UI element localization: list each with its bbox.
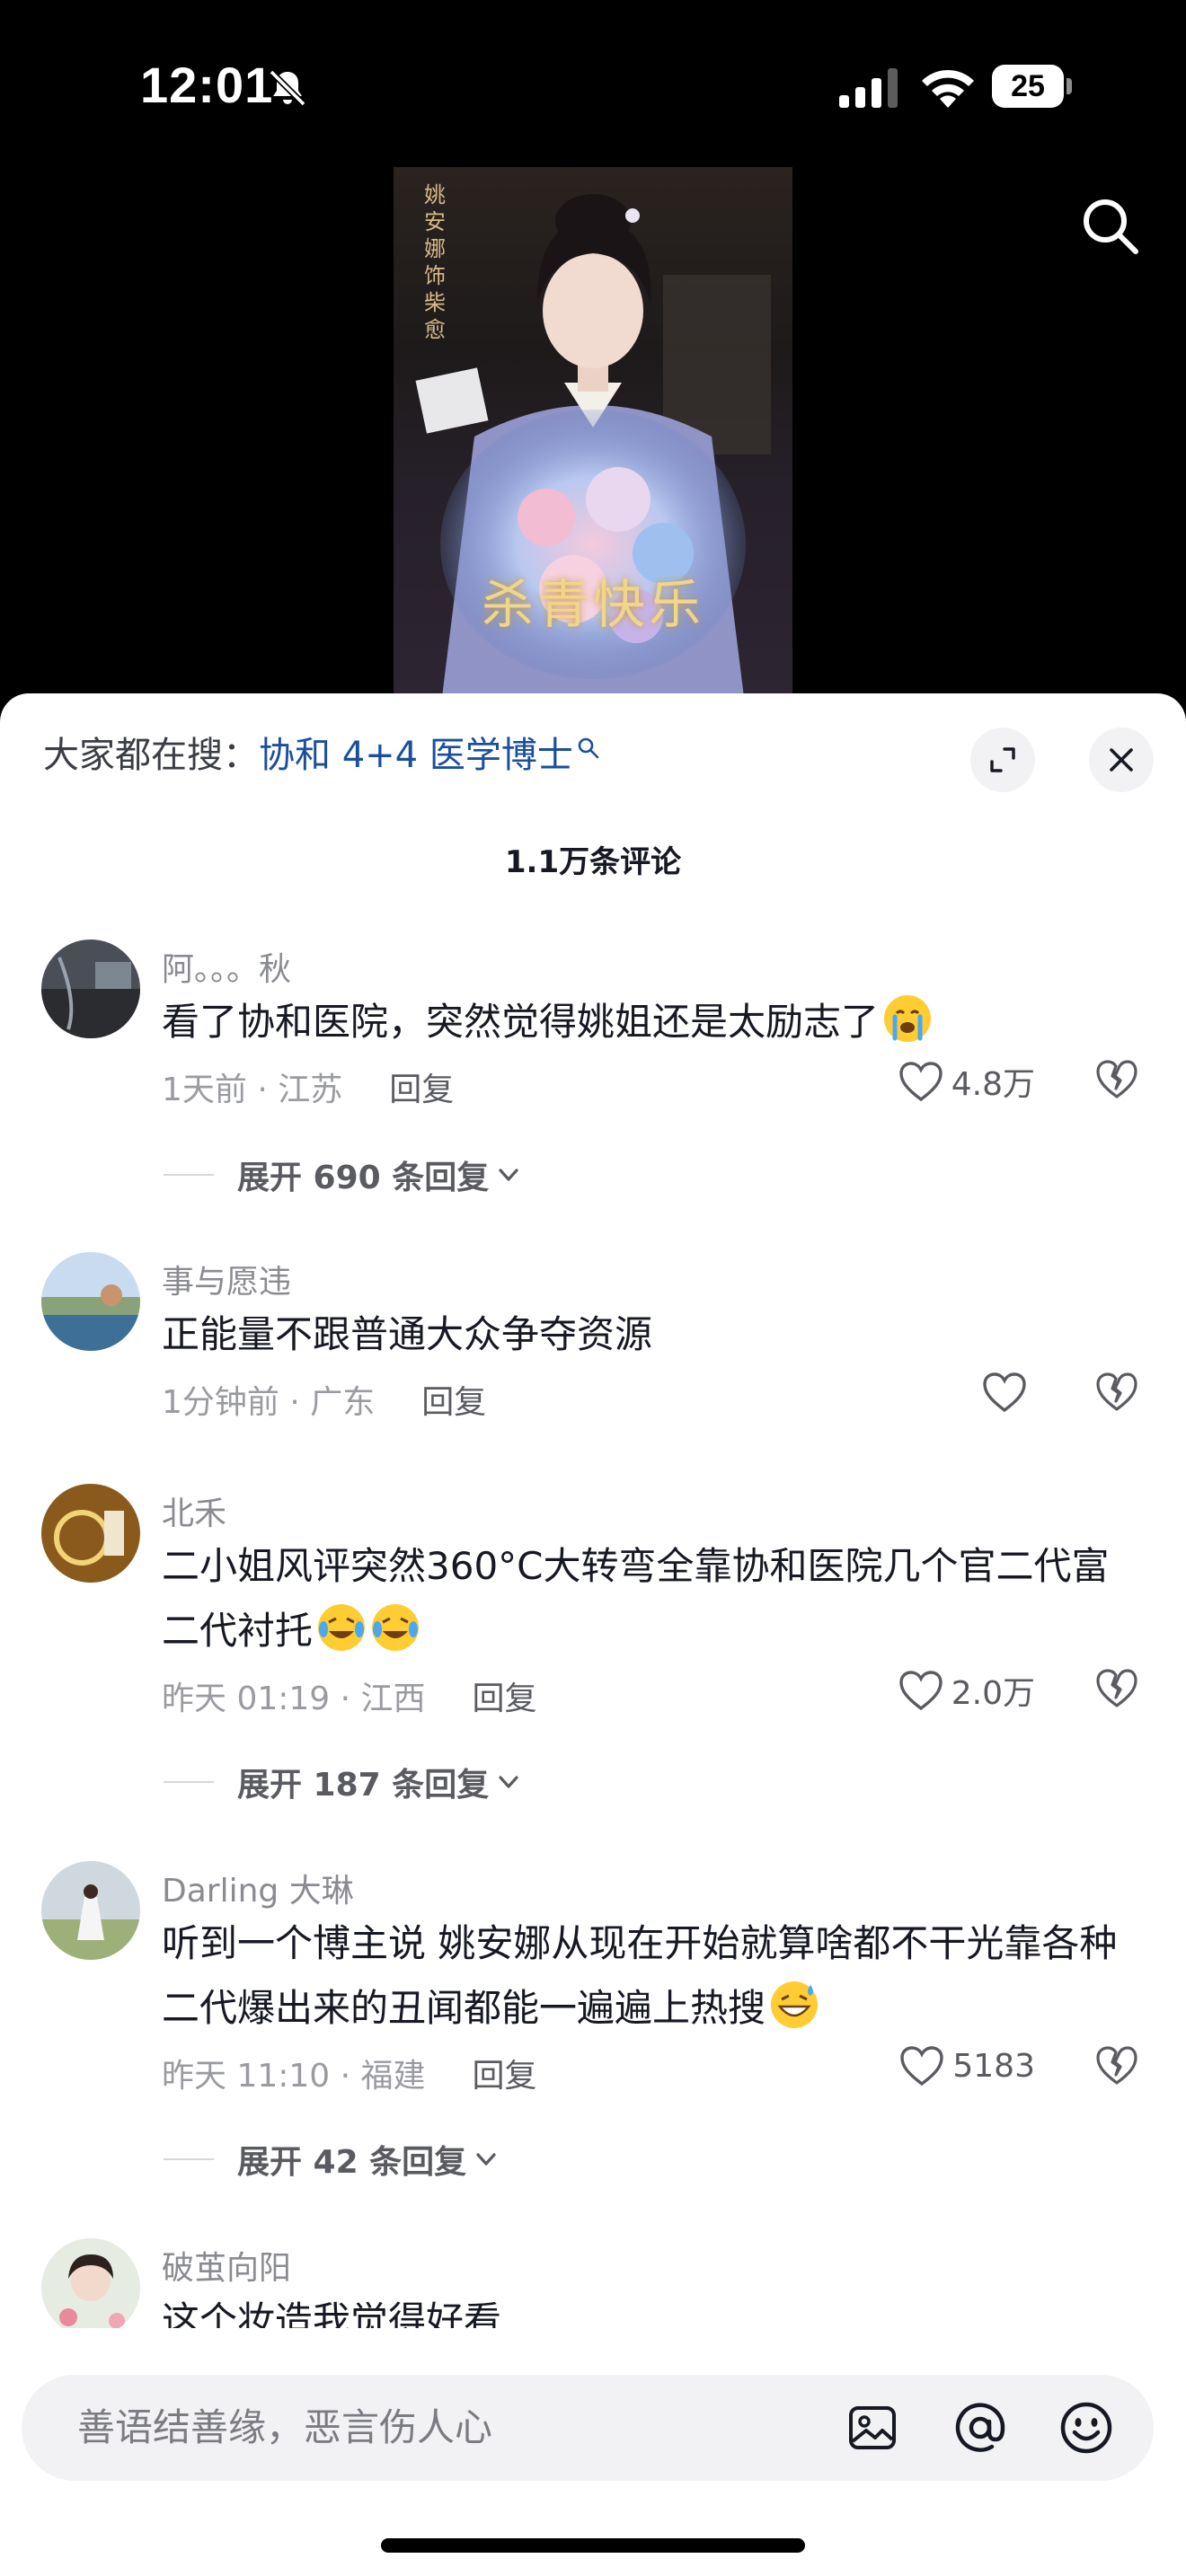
close-button[interactable] xyxy=(1089,728,1154,792)
reply-button[interactable]: 回复 xyxy=(473,2058,537,2095)
comment-item: 破茧向阳 这个妆造我觉得好看 xyxy=(0,2238,1186,2342)
expand-replies-label: 展开 187 条回复 xyxy=(237,1767,490,1804)
hot-search-label: 大家都在搜： xyxy=(43,735,259,776)
comments-count: 1.1万条评论 xyxy=(504,844,682,880)
dislike-broken-heart-icon[interactable] xyxy=(1094,2042,1139,2087)
comment-text-content: 看了协和医院，突然觉得姚姐还是太励志了 xyxy=(162,1000,880,1044)
avatar[interactable] xyxy=(41,1252,140,1351)
heart-icon xyxy=(899,1671,943,1711)
comment-item: 事与愿违 正能量不跟普通大众争夺资源 1分钟前 · 广东 回复 xyxy=(0,1252,1186,1432)
crying-emoji xyxy=(884,995,932,1042)
video-vertical-text: 姚安娜饰柴愈 xyxy=(424,182,446,342)
close-icon xyxy=(1110,748,1133,772)
comment-text-content: 二小姐风评突然360°C大转弯全靠协和医院几个官二代富二代衬托 xyxy=(162,1544,1110,1653)
like-button[interactable]: 5183 xyxy=(898,2044,1035,2087)
avatar[interactable] xyxy=(41,1484,140,1583)
image-icon[interactable] xyxy=(845,2400,900,2456)
comment-sheet: 大家都在搜：协和 4+4 医学博士 1.1万条评论 阿。。。秋 看了协和医院，突… xyxy=(0,693,1186,2576)
comment-username[interactable]: Darling 大琳 xyxy=(162,1865,354,1911)
like-count: 2.0万 xyxy=(951,1675,1035,1712)
heart-icon xyxy=(983,1372,1026,1413)
dislike-broken-heart-icon[interactable] xyxy=(1094,1665,1139,1710)
hot-search-bar[interactable]: 大家都在搜：协和 4+4 医学博士 xyxy=(43,733,600,778)
comment-username[interactable]: 北禾 xyxy=(162,1487,226,1534)
comment-meta: 1分钟前 · 广东 回复 xyxy=(162,1376,486,1423)
comment-username[interactable]: 破茧向阳 xyxy=(162,2242,291,2289)
like-count: 4.8万 xyxy=(951,1066,1035,1103)
comment-item: 阿。。。秋 看了协和医院，突然觉得姚姐还是太励志了 1天前 · 江苏 回复 4.8… xyxy=(0,940,1186,1209)
battery-level: 25 xyxy=(1011,69,1045,103)
expand-replies-button[interactable]: 展开 690 条回复 xyxy=(164,1151,523,1198)
search-icon[interactable] xyxy=(1078,194,1143,259)
at-mention-icon[interactable] xyxy=(952,2400,1008,2456)
emoji-icon[interactable] xyxy=(1058,2400,1114,2456)
chevron-down-icon xyxy=(476,2153,496,2166)
home-indicator[interactable] xyxy=(381,2538,805,2553)
status-bar: 12:01 25 xyxy=(0,0,1186,171)
comment-text: 二小姐风评突然360°C大转弯全靠协和医院几个官二代富二代衬托 xyxy=(162,1534,1141,1663)
video-player[interactable]: 姚安娜饰柴愈 杀青快乐 xyxy=(394,167,792,697)
avatar[interactable] xyxy=(41,940,140,1038)
reply-button[interactable]: 回复 xyxy=(389,1072,454,1108)
comment-meta: 昨天 01:19 · 江西 回复 xyxy=(162,1672,537,1719)
comment-item: 北禾 二小姐风评突然360°C大转弯全靠协和医院几个官二代富二代衬托 昨天 01… xyxy=(0,1484,1186,1807)
expand-replies-label: 展开 42 条回复 xyxy=(237,2144,467,2181)
comment-text: 看了协和医院，突然觉得姚姐还是太励志了 xyxy=(162,990,1141,1054)
search-icon xyxy=(578,737,599,759)
expand-replies-label: 展开 690 条回复 xyxy=(237,1160,490,1196)
video-caption: 杀青快乐 xyxy=(481,574,704,635)
laughing-tears-emoji xyxy=(372,1604,420,1651)
laughing-tears-emoji xyxy=(318,1604,366,1651)
mute-icon xyxy=(269,69,306,107)
dislike-broken-heart-icon[interactable] xyxy=(1094,1369,1139,1414)
comment-text-content: 听到一个博主说 姚安娜从现在开始就算啥都不干光靠各种二代爆出来的丑闻都能一遍遍上… xyxy=(162,1921,1118,2030)
chevron-down-icon xyxy=(499,1776,518,1788)
like-count: 5183 xyxy=(952,2047,1035,2085)
comment-meta: 昨天 11:10 · 福建 回复 xyxy=(162,2050,537,2096)
comment-input-placeholder: 善语结善缘，恶言伤人心 xyxy=(77,2405,493,2449)
expand-button[interactable] xyxy=(970,728,1035,792)
grin-sweat-emoji xyxy=(771,1981,819,2028)
like-button[interactable]: 4.8万 xyxy=(898,1058,1035,1105)
wifi-icon xyxy=(922,69,974,108)
battery-icon: 25 xyxy=(992,65,1072,108)
status-time: 12:01 xyxy=(140,57,274,113)
chevron-down-icon xyxy=(499,1169,518,1181)
dislike-broken-heart-icon[interactable] xyxy=(1094,1056,1139,1101)
like-button[interactable] xyxy=(981,1371,1035,1414)
avatar[interactable] xyxy=(41,2238,140,2337)
comment-meta: 1天前 · 江苏 回复 xyxy=(162,1063,454,1110)
heart-icon xyxy=(899,1062,943,1102)
comment-text: 听到一个博主说 姚安娜从现在开始就算啥都不干光靠各种二代爆出来的丑闻都能一遍遍上… xyxy=(162,1911,1141,2041)
heart-icon xyxy=(900,2046,944,2086)
like-button[interactable]: 2.0万 xyxy=(898,1667,1035,1714)
comment-item: Darling 大琳 听到一个博主说 姚安娜从现在开始就算啥都不干光靠各种二代爆… xyxy=(0,1861,1186,2184)
expand-replies-button[interactable]: 展开 187 条回复 xyxy=(164,1759,523,1805)
avatar[interactable] xyxy=(41,1861,140,1960)
comment-time-location: 昨天 01:19 · 江西 xyxy=(162,1681,426,1717)
comment-text: 正能量不跟普通大众争夺资源 xyxy=(162,1312,653,1356)
reply-button[interactable]: 回复 xyxy=(473,1681,537,1717)
reply-button[interactable]: 回复 xyxy=(421,1384,486,1421)
comment-time-location: 1天前 · 江苏 xyxy=(162,1072,343,1108)
comment-username[interactable]: 事与愿违 xyxy=(162,1256,291,1302)
hot-search-term[interactable]: 协和 4+4 医学博士 xyxy=(259,735,573,776)
comment-time-location: 1分钟前 · 广东 xyxy=(162,1384,376,1421)
cellular-signal-icon xyxy=(839,68,898,108)
expand-icon xyxy=(990,747,1015,772)
expand-replies-button[interactable]: 展开 42 条回复 xyxy=(164,2136,500,2183)
comment-username[interactable]: 阿。。。秋 xyxy=(162,943,291,990)
comment-input[interactable]: 善语结善缘，恶言伤人心 xyxy=(22,2375,1154,2481)
comment-time-location: 昨天 11:10 · 福建 xyxy=(162,2058,426,2095)
